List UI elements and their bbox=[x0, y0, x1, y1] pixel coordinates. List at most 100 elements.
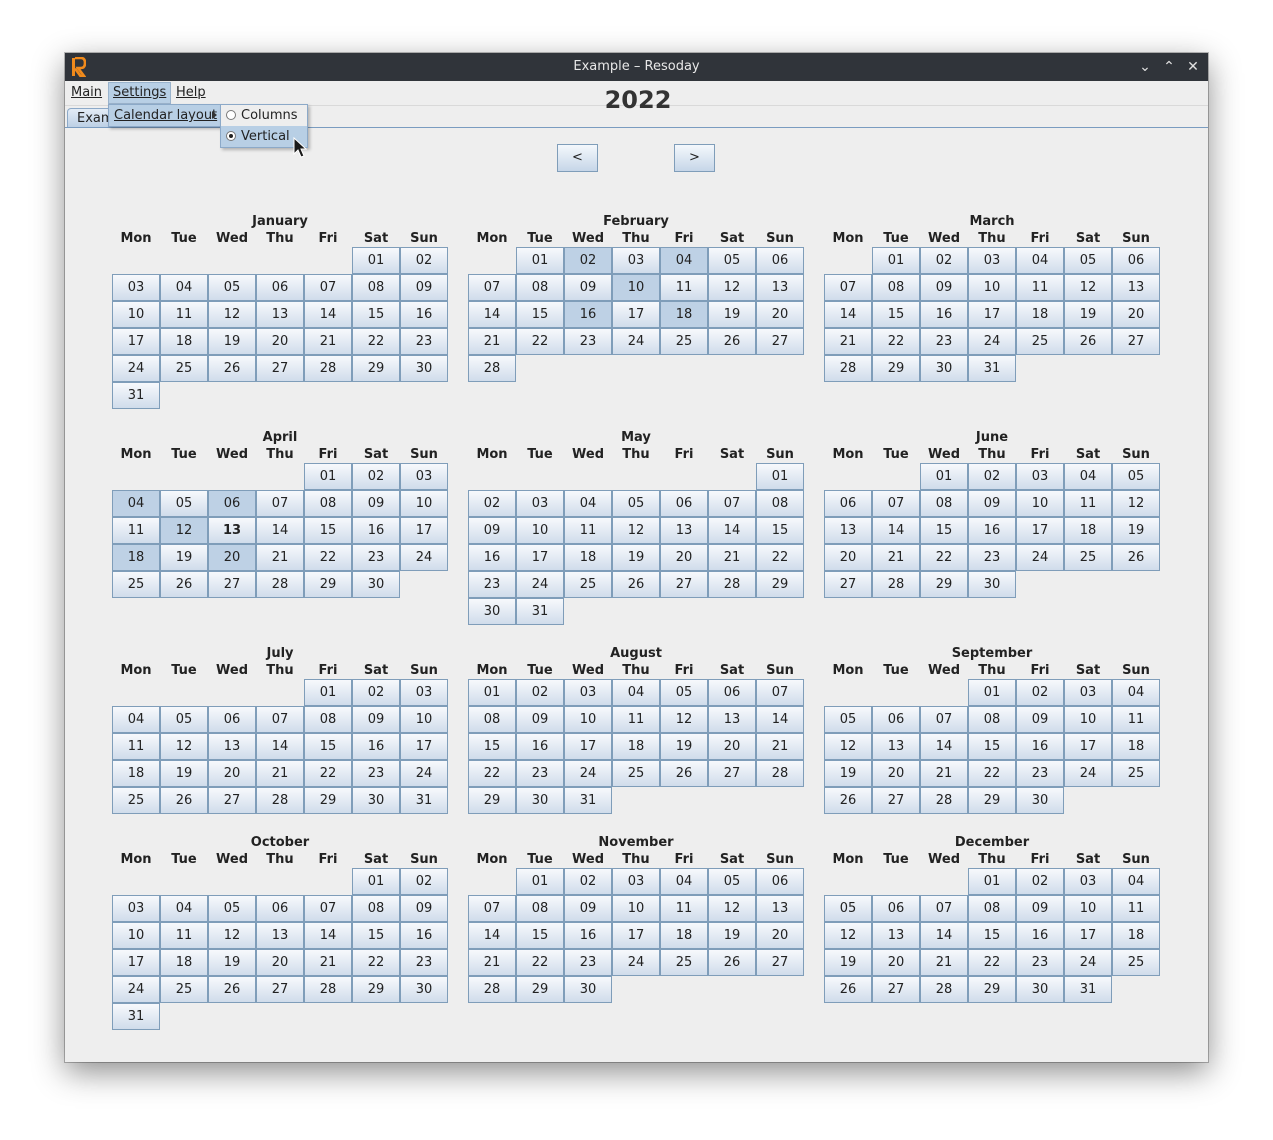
day-button[interactable]: 12 bbox=[208, 301, 256, 328]
day-button[interactable]: 01 bbox=[304, 679, 352, 706]
day-button[interactable]: 22 bbox=[516, 328, 564, 355]
day-button[interactable]: 21 bbox=[708, 544, 756, 571]
day-button[interactable]: 21 bbox=[872, 544, 920, 571]
day-button[interactable]: 22 bbox=[920, 544, 968, 571]
day-button[interactable]: 11 bbox=[564, 517, 612, 544]
layout-option-columns[interactable]: Columns bbox=[221, 105, 307, 126]
day-button[interactable]: 17 bbox=[112, 949, 160, 976]
day-button[interactable]: 11 bbox=[1112, 706, 1160, 733]
day-button[interactable]: 04 bbox=[612, 679, 660, 706]
day-button[interactable]: 26 bbox=[1112, 544, 1160, 571]
day-button[interactable]: 20 bbox=[872, 949, 920, 976]
day-button[interactable]: 25 bbox=[1112, 760, 1160, 787]
day-button[interactable]: 30 bbox=[352, 571, 400, 598]
day-button[interactable]: 20 bbox=[756, 301, 804, 328]
day-button[interactable]: 13 bbox=[824, 517, 872, 544]
day-button[interactable]: 03 bbox=[516, 490, 564, 517]
close-icon[interactable]: ✕ bbox=[1183, 57, 1203, 77]
day-button[interactable]: 29 bbox=[516, 976, 564, 1003]
day-button[interactable]: 04 bbox=[660, 868, 708, 895]
day-button[interactable]: 28 bbox=[824, 355, 872, 382]
day-button[interactable]: 13 bbox=[256, 922, 304, 949]
menu-settings[interactable]: Settings bbox=[108, 82, 172, 104]
day-button[interactable]: 28 bbox=[304, 976, 352, 1003]
day-button[interactable]: 17 bbox=[612, 301, 660, 328]
day-button[interactable]: 10 bbox=[112, 301, 160, 328]
day-button[interactable]: 12 bbox=[160, 517, 208, 544]
day-button[interactable]: 26 bbox=[708, 949, 756, 976]
day-button[interactable]: 03 bbox=[112, 895, 160, 922]
day-button[interactable]: 09 bbox=[400, 895, 448, 922]
day-button[interactable]: 17 bbox=[516, 544, 564, 571]
day-button[interactable]: 07 bbox=[920, 895, 968, 922]
day-button[interactable]: 24 bbox=[612, 328, 660, 355]
day-button[interactable]: 09 bbox=[352, 490, 400, 517]
day-button[interactable]: 06 bbox=[708, 679, 756, 706]
day-button[interactable]: 12 bbox=[208, 922, 256, 949]
day-button[interactable]: 11 bbox=[1064, 490, 1112, 517]
day-button[interactable]: 09 bbox=[516, 706, 564, 733]
day-button[interactable]: 02 bbox=[920, 247, 968, 274]
day-button[interactable]: 11 bbox=[1112, 895, 1160, 922]
day-button[interactable]: 21 bbox=[304, 328, 352, 355]
day-button[interactable]: 18 bbox=[1112, 922, 1160, 949]
day-button[interactable]: 25 bbox=[160, 976, 208, 1003]
day-button[interactable]: 01 bbox=[968, 679, 1016, 706]
day-button[interactable]: 27 bbox=[872, 976, 920, 1003]
day-button[interactable]: 15 bbox=[756, 517, 804, 544]
day-button[interactable]: 13 bbox=[756, 895, 804, 922]
day-button[interactable]: 03 bbox=[1016, 463, 1064, 490]
day-button[interactable]: 03 bbox=[612, 247, 660, 274]
day-button[interactable]: 25 bbox=[660, 328, 708, 355]
day-button[interactable]: 03 bbox=[968, 247, 1016, 274]
day-button[interactable]: 11 bbox=[612, 706, 660, 733]
day-button[interactable]: 26 bbox=[1064, 328, 1112, 355]
day-button[interactable]: 29 bbox=[304, 571, 352, 598]
day-button[interactable]: 19 bbox=[1112, 517, 1160, 544]
day-button[interactable]: 12 bbox=[824, 733, 872, 760]
day-button[interactable]: 04 bbox=[160, 895, 208, 922]
day-button[interactable]: 19 bbox=[660, 733, 708, 760]
day-button[interactable]: 12 bbox=[708, 274, 756, 301]
day-button[interactable]: 15 bbox=[352, 922, 400, 949]
day-button[interactable]: 28 bbox=[256, 571, 304, 598]
day-button[interactable]: 30 bbox=[400, 976, 448, 1003]
day-button[interactable]: 28 bbox=[920, 787, 968, 814]
day-button[interactable]: 31 bbox=[516, 598, 564, 625]
day-button[interactable]: 16 bbox=[564, 922, 612, 949]
day-button[interactable]: 14 bbox=[304, 922, 352, 949]
day-button[interactable]: 31 bbox=[968, 355, 1016, 382]
day-button[interactable]: 08 bbox=[968, 706, 1016, 733]
day-button[interactable]: 03 bbox=[400, 679, 448, 706]
day-button[interactable]: 17 bbox=[612, 922, 660, 949]
day-button[interactable]: 11 bbox=[660, 274, 708, 301]
day-button[interactable]: 22 bbox=[968, 760, 1016, 787]
day-button[interactable]: 23 bbox=[564, 328, 612, 355]
day-button[interactable]: 14 bbox=[256, 517, 304, 544]
day-button[interactable]: 10 bbox=[1064, 895, 1112, 922]
day-button[interactable]: 26 bbox=[824, 787, 872, 814]
day-button[interactable]: 16 bbox=[1016, 922, 1064, 949]
day-button[interactable]: 23 bbox=[400, 328, 448, 355]
day-button[interactable]: 29 bbox=[756, 571, 804, 598]
day-button[interactable]: 05 bbox=[708, 247, 756, 274]
day-button[interactable]: 24 bbox=[968, 328, 1016, 355]
day-button[interactable]: 18 bbox=[112, 544, 160, 571]
day-button[interactable]: 29 bbox=[352, 976, 400, 1003]
day-button[interactable]: 07 bbox=[708, 490, 756, 517]
day-button[interactable]: 27 bbox=[1112, 328, 1160, 355]
day-button[interactable]: 07 bbox=[920, 706, 968, 733]
day-button[interactable]: 14 bbox=[468, 301, 516, 328]
day-button[interactable]: 27 bbox=[208, 571, 256, 598]
day-button[interactable]: 17 bbox=[1064, 733, 1112, 760]
day-button[interactable]: 23 bbox=[1016, 760, 1064, 787]
day-button[interactable]: 24 bbox=[112, 976, 160, 1003]
day-button[interactable]: 05 bbox=[1064, 247, 1112, 274]
day-button[interactable]: 15 bbox=[872, 301, 920, 328]
day-button[interactable]: 31 bbox=[112, 382, 160, 409]
day-button[interactable]: 08 bbox=[756, 490, 804, 517]
day-button[interactable]: 16 bbox=[968, 517, 1016, 544]
day-button[interactable]: 19 bbox=[208, 328, 256, 355]
day-button[interactable]: 20 bbox=[872, 760, 920, 787]
day-button[interactable]: 24 bbox=[516, 571, 564, 598]
